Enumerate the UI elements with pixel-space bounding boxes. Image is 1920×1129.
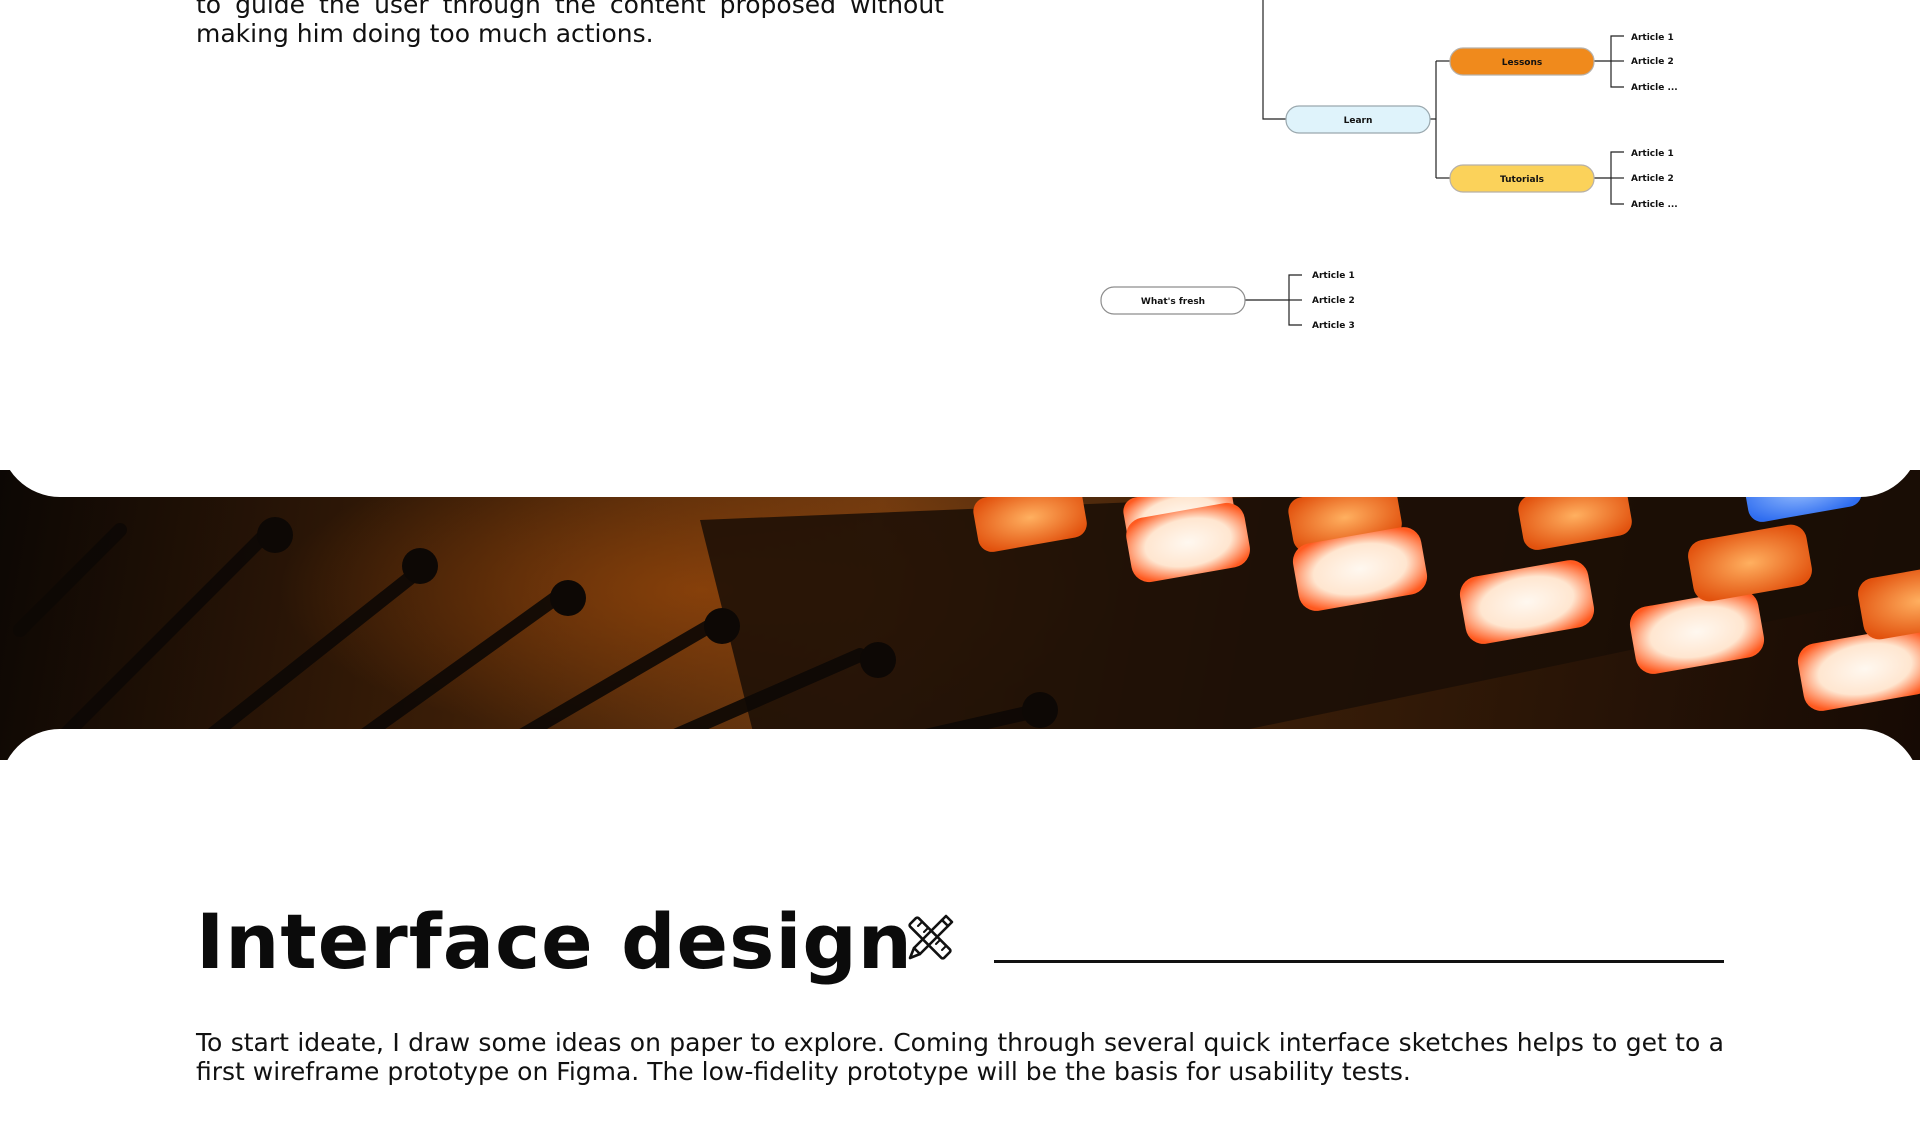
- pencil-ruler-icon: [908, 914, 954, 960]
- node-tutorials-label: Tutorials: [1500, 175, 1544, 185]
- node-tutorials: Tutorials: [1449, 164, 1595, 193]
- node-learn: Learn: [1285, 105, 1431, 134]
- music-controller-photo: [0, 470, 1920, 760]
- lessons-article-more: Article ...: [1631, 83, 1678, 93]
- photo-illustration: [13, 470, 1920, 760]
- connector-root-learn: [1262, 0, 1286, 120]
- tutorials-article-2: Article 2: [1631, 174, 1674, 184]
- fresh-article-3: Article 3: [1312, 321, 1355, 331]
- lessons-article-1: Article 1: [1631, 33, 1674, 43]
- tutorials-article-1: Article 1: [1631, 149, 1674, 159]
- node-lessons: Lessons: [1449, 47, 1595, 76]
- node-learn-label: Learn: [1344, 116, 1373, 126]
- fresh-article-1: Article 1: [1312, 271, 1355, 281]
- tutorials-article-more: Article ...: [1631, 200, 1678, 210]
- sitemap-diagram: Learn Lessons Tutorials What's fresh Art…: [1100, 0, 1678, 331]
- section-title: Interface design: [196, 897, 913, 986]
- lessons-article-2: Article 2: [1631, 57, 1674, 67]
- section-body-paragraph: To start ideate, I draw some ideas on pa…: [196, 1028, 1724, 1086]
- top-card: to guide the user through the content pr…: [0, 0, 1920, 497]
- node-lessons-label: Lessons: [1502, 58, 1543, 68]
- title-rule-divider: [994, 960, 1724, 963]
- node-whats-fresh: What's fresh: [1100, 286, 1246, 315]
- fresh-article-2: Article 2: [1312, 296, 1355, 306]
- node-whats-fresh-label: What's fresh: [1141, 297, 1205, 307]
